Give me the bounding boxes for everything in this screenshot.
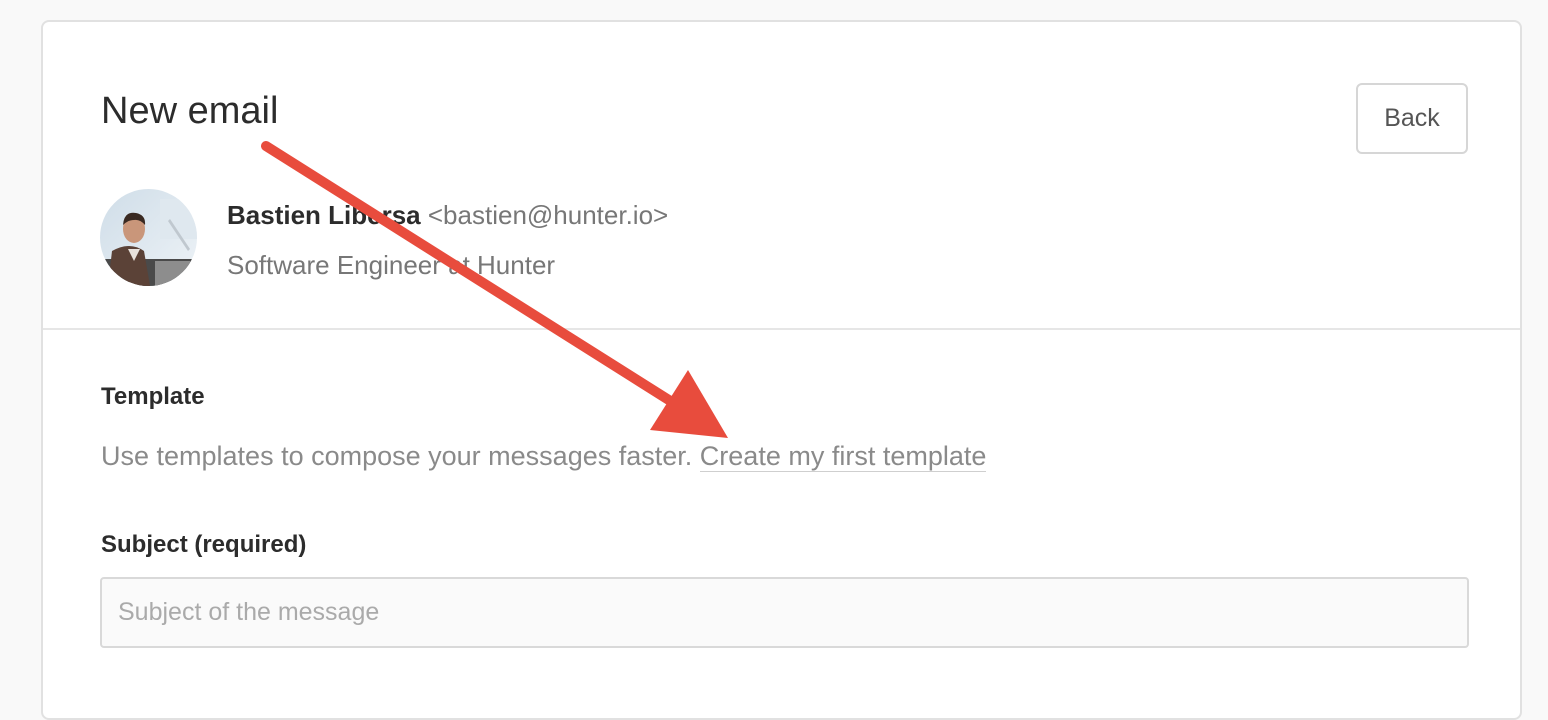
- contact-line: Bastien Libersa <bastien@hunter.io>: [227, 198, 668, 232]
- compose-email-card: New email Back Bastien Libersa <bastien@…: [41, 20, 1522, 720]
- contact-email: <bastien@hunter.io>: [427, 200, 669, 230]
- template-help-text: Use templates to compose your messages f…: [101, 441, 693, 471]
- template-label: Template: [101, 383, 205, 410]
- template-help: Use templates to compose your messages f…: [101, 438, 987, 474]
- subject-label: Subject (required): [101, 531, 307, 558]
- create-template-link[interactable]: Create my first template: [699, 441, 987, 472]
- contact-position: Software Engineer at Hunter: [227, 250, 556, 280]
- person-photo-icon: [100, 189, 197, 286]
- contact-name: Bastien Libersa: [227, 200, 421, 230]
- section-divider: [43, 328, 1520, 330]
- avatar: [100, 189, 197, 286]
- subject-input[interactable]: [100, 577, 1469, 648]
- page-title: New email: [101, 90, 279, 132]
- back-button[interactable]: Back: [1356, 83, 1468, 154]
